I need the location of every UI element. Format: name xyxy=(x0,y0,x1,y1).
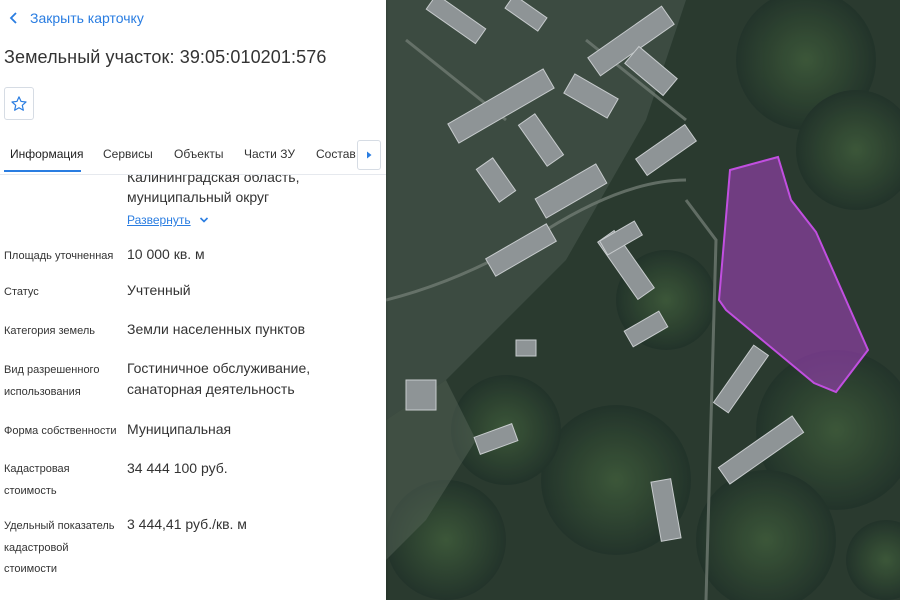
cadastral-value: 34 444 100 руб. xyxy=(127,460,228,476)
land-category-label: Категория земель xyxy=(4,325,95,337)
tab-information[interactable]: Информация xyxy=(10,147,83,161)
ownership-label: Форма собственности xyxy=(4,425,117,437)
address-line-2: муниципальный округ xyxy=(127,189,270,205)
map-canvas xyxy=(386,0,900,600)
address-line-1: Калининградская область, xyxy=(127,175,300,185)
cadastral-value-label-2: стоимость xyxy=(4,485,57,497)
tab-bar: Информация Сервисы Объекты Части ЗУ Сост… xyxy=(0,138,386,175)
specific-value-label-2: кадастровой xyxy=(4,542,69,554)
status-value: Учтенный xyxy=(127,282,191,298)
cadastral-card-panel: Закрыть карточку Земельный участок: 39:0… xyxy=(0,0,386,600)
ownership-value: Муниципальная xyxy=(127,421,232,437)
tab-parts[interactable]: Части ЗУ xyxy=(244,147,295,161)
close-card-label: Закрыть карточку xyxy=(30,10,144,26)
close-card-link[interactable]: Закрыть карточку xyxy=(8,10,144,26)
tab-services[interactable]: Сервисы xyxy=(103,147,153,161)
permitted-use-label-1: Вид разрешенного xyxy=(4,364,100,376)
permitted-use-value-2: санаторная деятельность xyxy=(127,381,295,397)
cadastral-value-label-1: Кадастровая xyxy=(4,463,70,475)
active-tab-indicator xyxy=(4,170,81,172)
land-category-value: Земли населенных пунктов xyxy=(127,321,306,337)
expand-label: Развернуть xyxy=(127,213,191,227)
tab-composition[interactable]: Состав xyxy=(316,147,356,161)
caret-right-icon xyxy=(367,151,372,159)
permitted-use-label-2: использования xyxy=(4,386,81,398)
permitted-use-value-1: Гостиничное обслуживание, xyxy=(127,360,311,376)
star-icon xyxy=(11,95,27,111)
status-label: Статус xyxy=(4,286,39,298)
page-title: Земельный участок: 39:05:010201:576 xyxy=(4,47,327,67)
satellite-map[interactable] xyxy=(386,0,900,600)
chevron-left-icon xyxy=(9,12,17,24)
favorite-button[interactable] xyxy=(4,87,34,120)
specific-value: 3 444,41 руб./кв. м xyxy=(127,516,247,532)
tabs-next-button[interactable] xyxy=(357,140,381,170)
specific-value-label-3: стоимости xyxy=(4,563,58,575)
specific-value-label-1: Удельный показатель xyxy=(4,520,115,532)
area-label: Площадь уточненная xyxy=(4,250,114,262)
area-value: 10 000 кв. м xyxy=(127,246,205,262)
chevron-down-icon xyxy=(199,217,208,223)
expand-address-link[interactable]: Развернуть xyxy=(127,213,209,227)
info-content: Калининградская область, муниципальный о… xyxy=(0,175,386,600)
tab-objects[interactable]: Объекты xyxy=(174,147,224,161)
